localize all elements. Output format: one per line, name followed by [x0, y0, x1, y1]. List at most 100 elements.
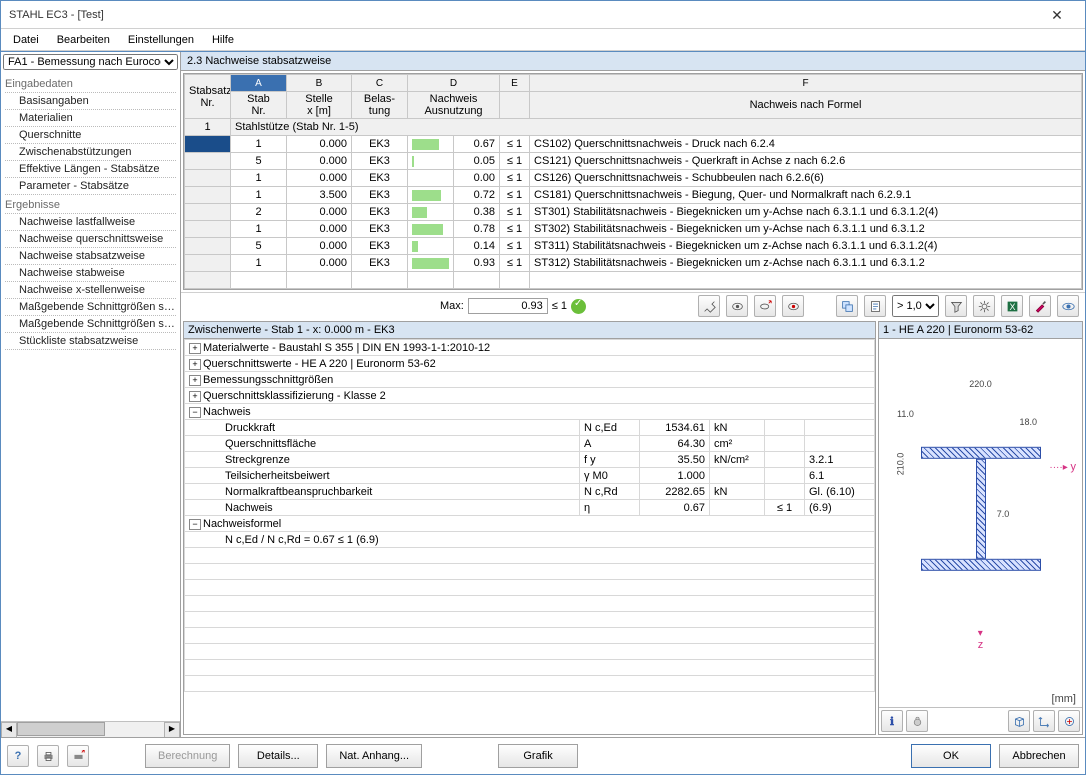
col-stab[interactable]: StabNr.	[231, 92, 287, 119]
menu-hilfe[interactable]: Hilfe	[204, 32, 242, 48]
svg-text:X: X	[1009, 301, 1015, 311]
export-icon[interactable]	[67, 745, 89, 767]
tree-item[interactable]: Nachweise stabweise	[5, 265, 176, 282]
col-stelle[interactable]: Stellex [m]	[287, 92, 352, 119]
table-row[interactable]: 20.000EK30.38≤ 1ST301) Stabilitätsnachwe…	[185, 204, 1082, 221]
axes-icon[interactable]	[1033, 710, 1055, 732]
window-title: STAHL EC3 - [Test]	[9, 9, 1037, 21]
table-row[interactable]: 10.000EK30.67≤ 1CS102) Querschnittsnachw…	[185, 136, 1082, 153]
tree-item[interactable]: Maßgebende Schnittgrößen stabsatzweise	[5, 316, 176, 333]
col-belastung[interactable]: Belas-tung	[352, 92, 408, 119]
tool-visibility-icon[interactable]	[1057, 295, 1079, 317]
max-value: 0.93	[468, 298, 548, 314]
tree-item[interactable]: Stückliste stabsatzweise	[5, 333, 176, 350]
tree-item[interactable]: Maßgebende Schnittgrößen stabweise	[5, 299, 176, 316]
tool-excel-icon[interactable]: X	[1001, 295, 1023, 317]
tool-eye-arrow-icon[interactable]	[754, 295, 776, 317]
col-nachweis-ausnutzung[interactable]: NachweisAusnutzung	[408, 92, 500, 119]
app-window: STAHL EC3 - [Test] ✕ Datei Bearbeiten Ei…	[0, 0, 1086, 775]
results-grid: StabsatzNr. A B C D E F StabNr. Stellex …	[183, 73, 1083, 290]
table-row[interactable]: 10.000EK30.78≤ 1ST302) Stabilitätsnachwe…	[185, 221, 1082, 238]
tool-eye2-icon[interactable]	[782, 295, 804, 317]
navigator-panel: FA1 - Bemessung nach Eurocod Eingabedate…	[1, 52, 181, 737]
col-letter-C[interactable]: C	[352, 75, 408, 92]
scroll-left-icon[interactable]: ◀	[1, 722, 17, 738]
print-icon[interactable]	[37, 745, 59, 767]
tree-item[interactable]: Materialien	[5, 110, 176, 127]
nav-scrollbar[interactable]: ◀ ▶	[1, 721, 180, 737]
table-row[interactable]: 50.000EK30.05≤ 1CS121) Querschnittsnachw…	[185, 153, 1082, 170]
table-row[interactable]: 13.500EK30.72≤ 1CS181) Querschnittsnachw…	[185, 187, 1082, 204]
col-stabsatz[interactable]: StabsatzNr.	[185, 75, 231, 119]
empty-row	[185, 272, 1082, 289]
dim-h: 210.0	[895, 453, 905, 476]
dim-r: 18.0	[1019, 417, 1037, 427]
table-row[interactable]: 50.000EK30.14≤ 1ST311) Stabilitätsnachwe…	[185, 238, 1082, 255]
nav-tree: Eingabedaten Basisangaben Materialien Qu…	[1, 72, 180, 721]
ok-button[interactable]: OK	[911, 744, 991, 768]
ok-icon	[571, 299, 586, 314]
stress-icon[interactable]	[1058, 710, 1080, 732]
dim-tw: 7.0	[997, 509, 1010, 519]
tool-eye1-icon[interactable]	[726, 295, 748, 317]
view-3d-icon[interactable]	[1008, 710, 1030, 732]
menu-datei[interactable]: Datei	[5, 32, 47, 48]
profile-title: 1 - HE A 220 | Euronorm 53-62	[879, 322, 1082, 339]
dim-tf: 11.0	[897, 409, 914, 419]
tool-document-icon[interactable]	[864, 295, 886, 317]
tree-item[interactable]: Effektive Längen - Stabsätze	[5, 161, 176, 178]
tool-settings-icon[interactable]	[973, 295, 995, 317]
tree-item[interactable]: Parameter - Stabsätze	[5, 178, 176, 195]
abbrechen-button[interactable]: Abbrechen	[999, 744, 1079, 768]
col-letter-B[interactable]: B	[287, 75, 352, 92]
nat-anhang-button[interactable]: Nat. Anhang...	[326, 744, 422, 768]
tree-group-ergebnisse: Ergebnisse	[5, 197, 176, 214]
section-title: 2.3 Nachweise stabsatzweise	[181, 52, 1085, 71]
details-button[interactable]: Details...	[238, 744, 318, 768]
col-letter-E[interactable]: E	[500, 75, 530, 92]
footer-buttons: ? Berechnung Details... Nat. Anhang... G…	[1, 737, 1085, 774]
tree-item[interactable]: Basisangaben	[5, 93, 176, 110]
max-display: Max: 0.93 ≤ 1	[440, 298, 586, 314]
scroll-right-icon[interactable]: ▶	[164, 722, 180, 738]
grafik-button[interactable]: Grafik	[498, 744, 578, 768]
info-icon[interactable]: ℹ	[881, 710, 903, 732]
tree-item[interactable]: Nachweise lastfallweise	[5, 214, 176, 231]
section-preview: 1 - HE A 220 | Euronorm 53-62 220.0 11.0…	[878, 321, 1083, 735]
menubar: Datei Bearbeiten Einstellungen Hilfe	[1, 29, 1085, 51]
tool-filter-icon[interactable]	[945, 295, 967, 317]
max-label: Max:	[440, 300, 464, 312]
client-area: FA1 - Bemessung nach Eurocod Eingabedate…	[1, 51, 1085, 737]
tool-brush-icon[interactable]	[1029, 295, 1051, 317]
tree-item[interactable]: Nachweise x-stellenweise	[5, 282, 176, 299]
berechnung-button[interactable]: Berechnung	[145, 744, 230, 768]
col-letter-F[interactable]: F	[530, 75, 1082, 92]
help-icon[interactable]: ?	[7, 745, 29, 767]
tree-item[interactable]: Querschnitte	[5, 127, 176, 144]
max-limit: ≤ 1	[552, 300, 567, 312]
detail-area: Zwischenwerte - Stab 1 - x: 0.000 m - EK…	[183, 321, 1083, 735]
main-panel: 2.3 Nachweise stabsatzweise StabsatzNr. …	[181, 52, 1085, 737]
col-formel[interactable]: Nachweis nach Formel	[530, 92, 1082, 119]
table-row[interactable]: 10.000EK30.93≤ 1ST312) Stabilitätsnachwe…	[185, 255, 1082, 272]
col-letter-D[interactable]: D	[408, 75, 500, 92]
col-letter-A[interactable]: A	[231, 75, 287, 92]
loadcase-select[interactable]: FA1 - Bemessung nach Eurocod	[3, 54, 178, 70]
scale-select[interactable]: > 1,0	[892, 295, 939, 317]
dim-b: 220.0	[969, 379, 992, 389]
profile-toolbar: ℹ	[879, 707, 1082, 734]
menu-bearbeiten[interactable]: Bearbeiten	[49, 32, 118, 48]
table-row[interactable]: 10.000EK30.00≤ 1CS126) Querschnittsnachw…	[185, 170, 1082, 187]
tree-item[interactable]: Zwischenabstützungen	[5, 144, 176, 161]
tool-pipette-icon[interactable]	[698, 295, 720, 317]
close-button[interactable]: ✕	[1037, 2, 1077, 28]
column-headers: StabNr. Stellex [m] Belas-tung NachweisA…	[185, 92, 1082, 119]
surface-icon[interactable]	[906, 710, 928, 732]
detail-title: Zwischenwerte - Stab 1 - x: 0.000 m - EK…	[184, 322, 875, 339]
tree-item[interactable]: Nachweise querschnittsweise	[5, 231, 176, 248]
tree-item[interactable]: Nachweise stabsatzweise	[5, 248, 176, 265]
profile-unit: [mm]	[879, 691, 1082, 707]
menu-einstellungen[interactable]: Einstellungen	[120, 32, 202, 48]
col-e[interactable]	[500, 92, 530, 119]
tool-cascade-icon[interactable]	[836, 295, 858, 317]
